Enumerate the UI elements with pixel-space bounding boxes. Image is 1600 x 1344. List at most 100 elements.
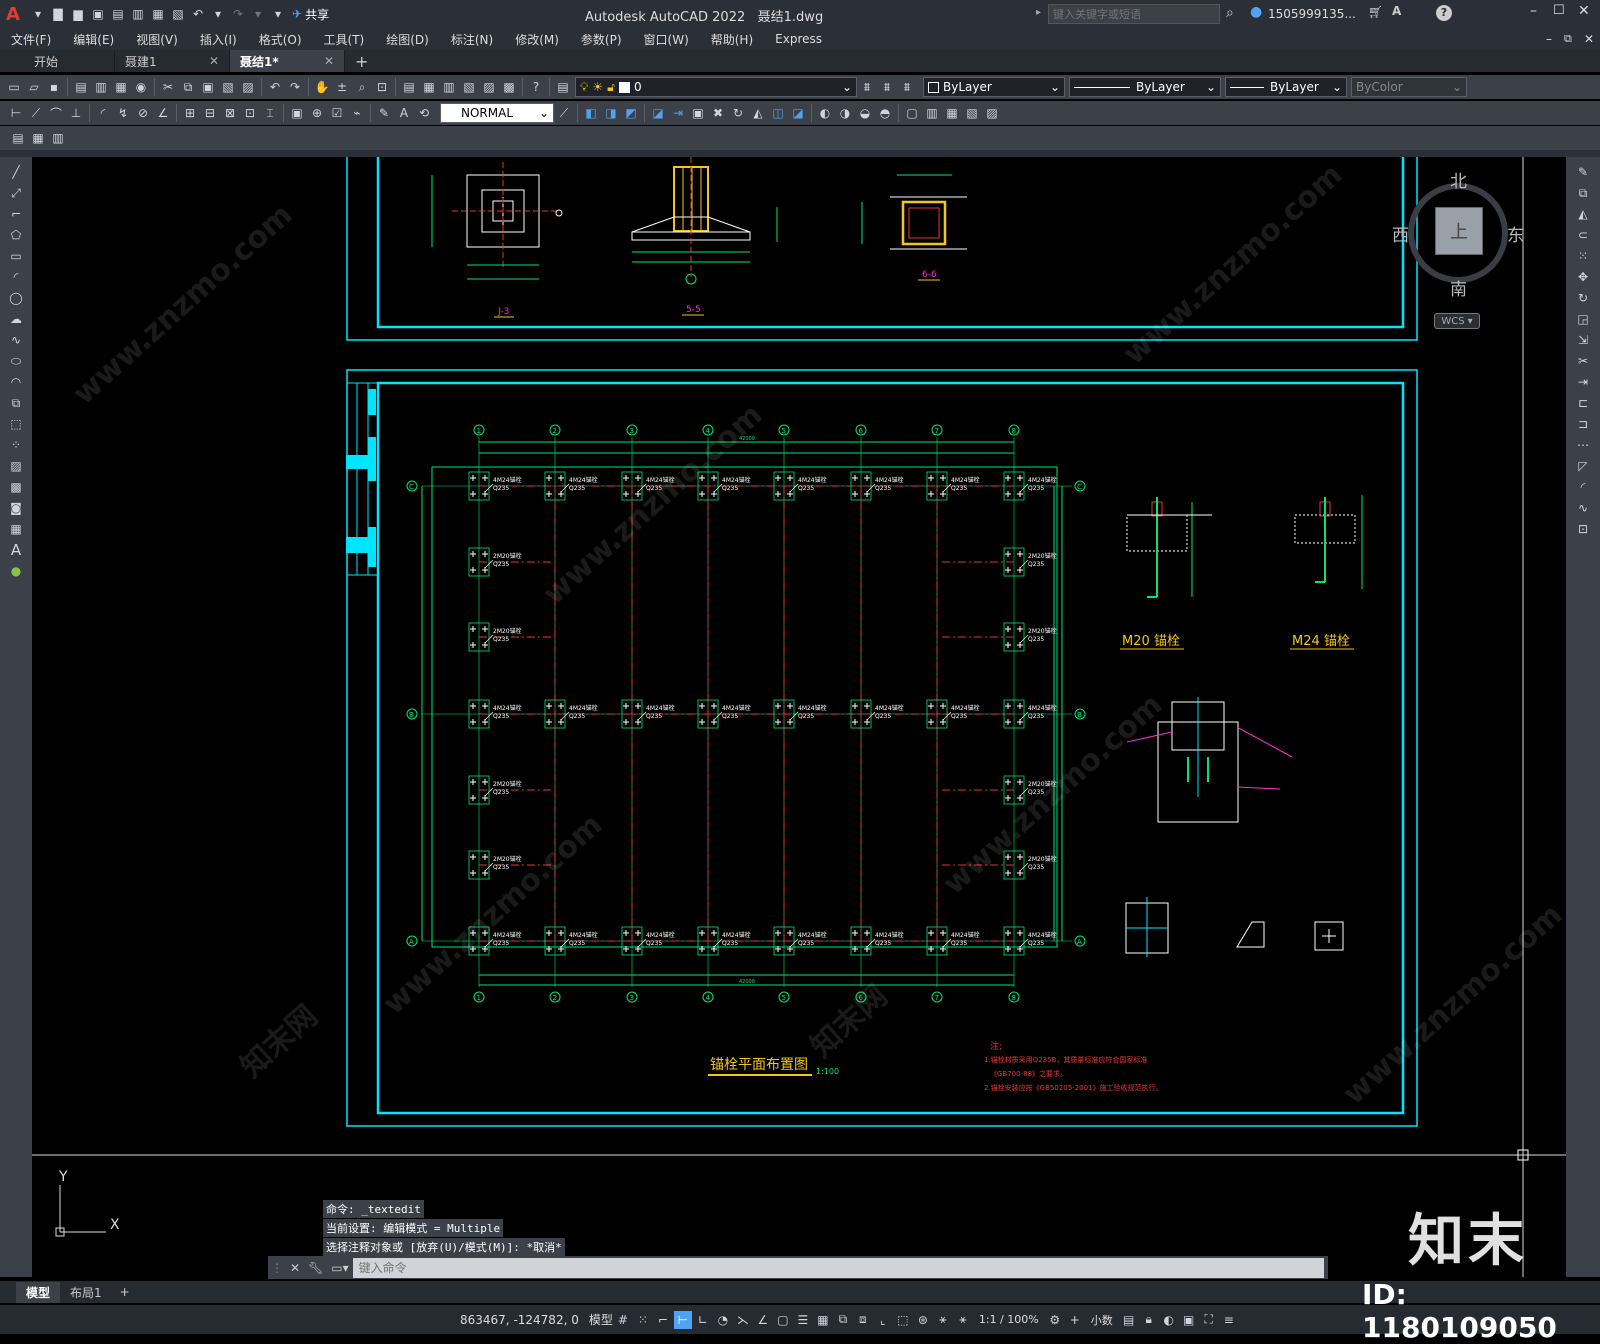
circle-icon[interactable]: ◯ bbox=[7, 289, 25, 307]
gradient-icon[interactable]: ▩ bbox=[7, 478, 25, 496]
arc-icon[interactable]: ◜ bbox=[7, 268, 25, 286]
stretch-icon[interactable]: ⇲ bbox=[1574, 331, 1592, 349]
annotation-monitor-icon[interactable]: + bbox=[1066, 1311, 1084, 1329]
solid-edit-icon[interactable]: ▨ bbox=[983, 104, 1001, 122]
viewcube-west[interactable]: 西 bbox=[1392, 221, 1409, 246]
redo-dropdown-icon[interactable]: ▾ bbox=[249, 5, 267, 23]
menu-window[interactable]: 窗口(W) bbox=[633, 31, 700, 48]
make-current-icon[interactable]: ⩩ bbox=[858, 78, 876, 96]
minimize-icon[interactable]: – bbox=[1530, 3, 1537, 19]
lineweight-icon[interactable]: ☰ bbox=[794, 1311, 812, 1329]
save-web-icon[interactable]: ▦ bbox=[149, 5, 167, 23]
tab-start[interactable]: 开始 bbox=[0, 50, 115, 72]
save-as-icon[interactable]: ▤ bbox=[109, 5, 127, 23]
inspect-icon[interactable]: ☑ bbox=[328, 104, 346, 122]
clean-icon[interactable]: ◑ bbox=[836, 104, 854, 122]
dim-baseline-icon[interactable]: ⊟ bbox=[201, 104, 219, 122]
plotstyle-combo[interactable]: ByColor ⌄ bbox=[1351, 77, 1467, 97]
undo-icon[interactable]: ↶ bbox=[266, 78, 284, 96]
doc-close-icon[interactable]: ✕ bbox=[1584, 32, 1594, 46]
open-web-icon[interactable]: ▥ bbox=[129, 5, 147, 23]
viewcube-north[interactable]: 北 bbox=[1450, 167, 1467, 192]
lock-ui-icon[interactable]: 🔒︎ bbox=[1140, 1311, 1158, 1329]
snap-icon[interactable]: ⁙ bbox=[634, 1311, 652, 1329]
tool-palettes-icon[interactable]: ▥ bbox=[440, 78, 458, 96]
clean-screen-icon[interactable]: ⛶ bbox=[1200, 1311, 1218, 1329]
isodraft-icon[interactable]: ⋋ bbox=[734, 1311, 752, 1329]
copy-icon[interactable]: ⧉ bbox=[179, 78, 197, 96]
add-selected-icon[interactable]: ● bbox=[7, 562, 25, 580]
viewcube[interactable]: 上 北 南 东 西 WCS ▾ bbox=[1382, 167, 1532, 329]
command-grip-icon[interactable]: ⋮ bbox=[271, 1261, 283, 1275]
menu-view[interactable]: 视图(V) bbox=[125, 31, 189, 48]
copy-object-icon[interactable]: ⧉ bbox=[1574, 184, 1592, 202]
move-icon[interactable]: ✥ bbox=[1574, 268, 1592, 286]
jogged-linear-icon[interactable]: ⌁ bbox=[348, 104, 366, 122]
ellipse-icon[interactable]: ⬭ bbox=[7, 352, 25, 370]
markup-icon[interactable]: ▨ bbox=[480, 78, 498, 96]
rectangle-icon[interactable]: ▭ bbox=[7, 247, 25, 265]
menu-file[interactable]: 文件(F) bbox=[0, 31, 62, 48]
user-name[interactable]: 1505999135... bbox=[1268, 7, 1356, 21]
command-close-icon[interactable]: ✕ bbox=[290, 1261, 300, 1275]
dim-continue-icon[interactable]: ⊠ bbox=[221, 104, 239, 122]
subtract-icon[interactable]: ◨ bbox=[602, 104, 620, 122]
zoom-window-icon[interactable]: ⌕ bbox=[353, 78, 371, 96]
menu-help[interactable]: 帮助(H) bbox=[700, 31, 764, 48]
block-editor-icon[interactable]: ▨ bbox=[239, 78, 257, 96]
explode-icon[interactable]: ⊡ bbox=[1574, 520, 1592, 538]
preview-icon[interactable]: ▥ bbox=[92, 78, 110, 96]
menu-dropdown-icon[interactable]: ▾ bbox=[29, 5, 47, 23]
qnew-icon[interactable]: ▭ bbox=[5, 78, 23, 96]
sheet-set-icon[interactable]: ▧ bbox=[460, 78, 478, 96]
save-icon[interactable]: ▪ bbox=[45, 78, 63, 96]
redo-icon[interactable]: ↷ bbox=[286, 78, 304, 96]
layer-state-icon[interactable]: ⩩ bbox=[898, 78, 916, 96]
save-icon[interactable]: ▣ bbox=[89, 5, 107, 23]
rotate-faces-icon[interactable]: ↻ bbox=[729, 104, 747, 122]
workspace-icon[interactable]: ⚙ bbox=[1046, 1311, 1064, 1329]
doc-restore-icon[interactable]: ⧉ bbox=[1564, 32, 1572, 46]
gizmo-icon[interactable]: ⊛ bbox=[914, 1311, 932, 1329]
offset-icon[interactable]: ⊂ bbox=[1574, 226, 1592, 244]
search-icon[interactable]: ⌕ bbox=[1226, 5, 1234, 21]
point-icon[interactable]: ⁘ bbox=[7, 436, 25, 454]
dim-linear-icon[interactable]: ⊢ bbox=[7, 104, 25, 122]
trim-icon[interactable]: ✂ bbox=[1574, 352, 1592, 370]
selection-cycling-icon[interactable]: ⧉ bbox=[834, 1311, 852, 1329]
tab-close-icon[interactable]: ✕ bbox=[324, 54, 334, 68]
dynamic-input-icon[interactable]: ⊢ bbox=[673, 1310, 692, 1329]
check-icon[interactable]: ▢ bbox=[903, 104, 921, 122]
plot-icon[interactable]: ▧ bbox=[169, 5, 187, 23]
tab-niejie1[interactable]: 聂结1* ✕ bbox=[230, 50, 345, 72]
center-mark-icon[interactable]: ⊕ bbox=[308, 104, 326, 122]
menu-dimension[interactable]: 标注(N) bbox=[440, 31, 504, 48]
maximize-icon[interactable]: ☐ bbox=[1553, 3, 1565, 18]
viewcube-top-face[interactable]: 上 bbox=[1435, 207, 1483, 255]
dimstyle-combo[interactable]: NORMAL ⌄ bbox=[440, 103, 554, 123]
customize-status-icon[interactable]: ≡ bbox=[1220, 1311, 1238, 1329]
erase-icon[interactable]: ✎ bbox=[1574, 163, 1592, 181]
ellipse-arc-icon[interactable]: ◠ bbox=[7, 373, 25, 391]
insert-block-icon[interactable]: ⧉ bbox=[7, 394, 25, 412]
table-icon[interactable]: ▦ bbox=[7, 520, 25, 538]
delete-faces-icon[interactable]: ✖ bbox=[709, 104, 727, 122]
dim-arc-icon[interactable]: ⌒ bbox=[47, 104, 65, 122]
union-icon[interactable]: ◧ bbox=[582, 104, 600, 122]
undo-icon[interactable]: ↶ bbox=[189, 5, 207, 23]
blend-icon[interactable]: ∿ bbox=[1574, 499, 1592, 517]
interfere-icon[interactable]: ▧ bbox=[963, 104, 981, 122]
menu-express[interactable]: Express bbox=[764, 32, 833, 46]
zoom-previous-icon[interactable]: ⊡ bbox=[373, 78, 391, 96]
offset-faces-icon[interactable]: ▣ bbox=[689, 104, 707, 122]
dim-jogged-icon[interactable]: ↯ bbox=[114, 104, 132, 122]
multiline-text-icon[interactable]: A bbox=[7, 541, 25, 559]
cut-icon[interactable]: ✂ bbox=[159, 78, 177, 96]
undo-dropdown-icon[interactable]: ▾ bbox=[209, 5, 227, 23]
annotation-visibility-icon[interactable]: ⚹ bbox=[934, 1311, 952, 1329]
chamfer-icon[interactable]: ◸ bbox=[1574, 457, 1592, 475]
autodesk-app-icon[interactable]: A bbox=[1392, 4, 1401, 18]
selection-filter-icon[interactable]: ⬚ bbox=[894, 1311, 912, 1329]
rotate-icon[interactable]: ↻ bbox=[1574, 289, 1592, 307]
layer-walk-icon[interactable]: ▥ bbox=[49, 129, 67, 147]
